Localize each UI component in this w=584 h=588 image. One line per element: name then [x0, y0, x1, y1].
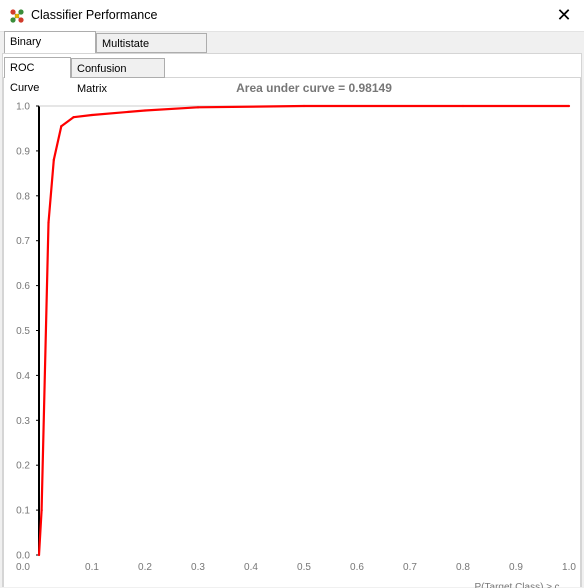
x-tick-label: 1.0 — [562, 562, 576, 573]
x-tick-label: 0.4 — [244, 562, 258, 573]
roc-data-point — [60, 125, 63, 128]
roc-data-point — [40, 509, 43, 512]
y-tick-label: 0.4 — [16, 371, 30, 382]
roc-data-point — [72, 116, 75, 119]
roc-data-point — [143, 109, 147, 112]
x-tick-label: 0.7 — [403, 562, 417, 573]
roc-chart: Area under curve = 0.98149 0.0 0.1 0.2 0.3 0.… — [16, 81, 576, 588]
y-tick-label: 0.6 — [16, 281, 30, 292]
tab-confusion-matrix[interactable]: Confusion Matrix — [71, 58, 165, 95]
app-icon — [10, 9, 24, 23]
y-tick-label: 1.0 — [16, 102, 30, 113]
roc-data-point — [196, 106, 200, 109]
x-tick-label: 0.9 — [509, 562, 523, 573]
roc-data-point — [567, 104, 571, 108]
x-tick-label: 0.8 — [456, 562, 470, 573]
roc-curve-panel: Area under curve = 0.98149 0.0 0.1 0.2 0.3 0.… — [3, 77, 581, 588]
roc-data-point — [37, 553, 41, 557]
x-tick-label: 0.3 — [191, 562, 205, 573]
close-icon: ✕ — [556, 5, 572, 25]
roc-data-point — [461, 104, 465, 108]
roc-data-point — [52, 158, 55, 161]
x-tick-label: 0.6 — [350, 562, 364, 573]
roc-data-point — [47, 221, 50, 224]
x-tick-label: 0.5 — [297, 562, 311, 573]
y-tick-label: 0.3 — [16, 416, 30, 427]
x-axis-label: P(Target Class) ≥ c — [475, 582, 560, 588]
tab-multistate-classifiers[interactable]: Multistate Classifiers — [96, 33, 207, 70]
y-tick-label: 0.5 — [16, 326, 30, 337]
roc-data-point — [302, 104, 306, 108]
y-tick-label: 0.9 — [16, 146, 30, 157]
x-tick-label: 0.1 — [85, 562, 99, 573]
y-tick-label: 0.1 — [16, 506, 30, 517]
x-tick-label: 0.2 — [138, 562, 152, 573]
chart-title: Area under curve = 0.98149 — [236, 81, 392, 95]
title-bar: Classifier Performance ✕ — [0, 0, 584, 32]
y-tick-label: 0.7 — [16, 236, 30, 247]
close-button[interactable]: ✕ — [544, 0, 584, 31]
roc-series-line — [37, 104, 569, 556]
tab-binary-classifiers[interactable]: Binary Classifiers — [4, 31, 96, 68]
x-tick-label: 0.0 — [16, 562, 30, 573]
y-tick-label: 0.8 — [16, 191, 30, 202]
window-title: Classifier Performance — [31, 8, 158, 22]
y-tick-label: 0.2 — [16, 461, 30, 472]
roc-data-point — [90, 113, 94, 117]
tab-roc-curve[interactable]: ROC Curve — [4, 57, 71, 94]
y-tick-label: 0.0 — [16, 551, 30, 562]
